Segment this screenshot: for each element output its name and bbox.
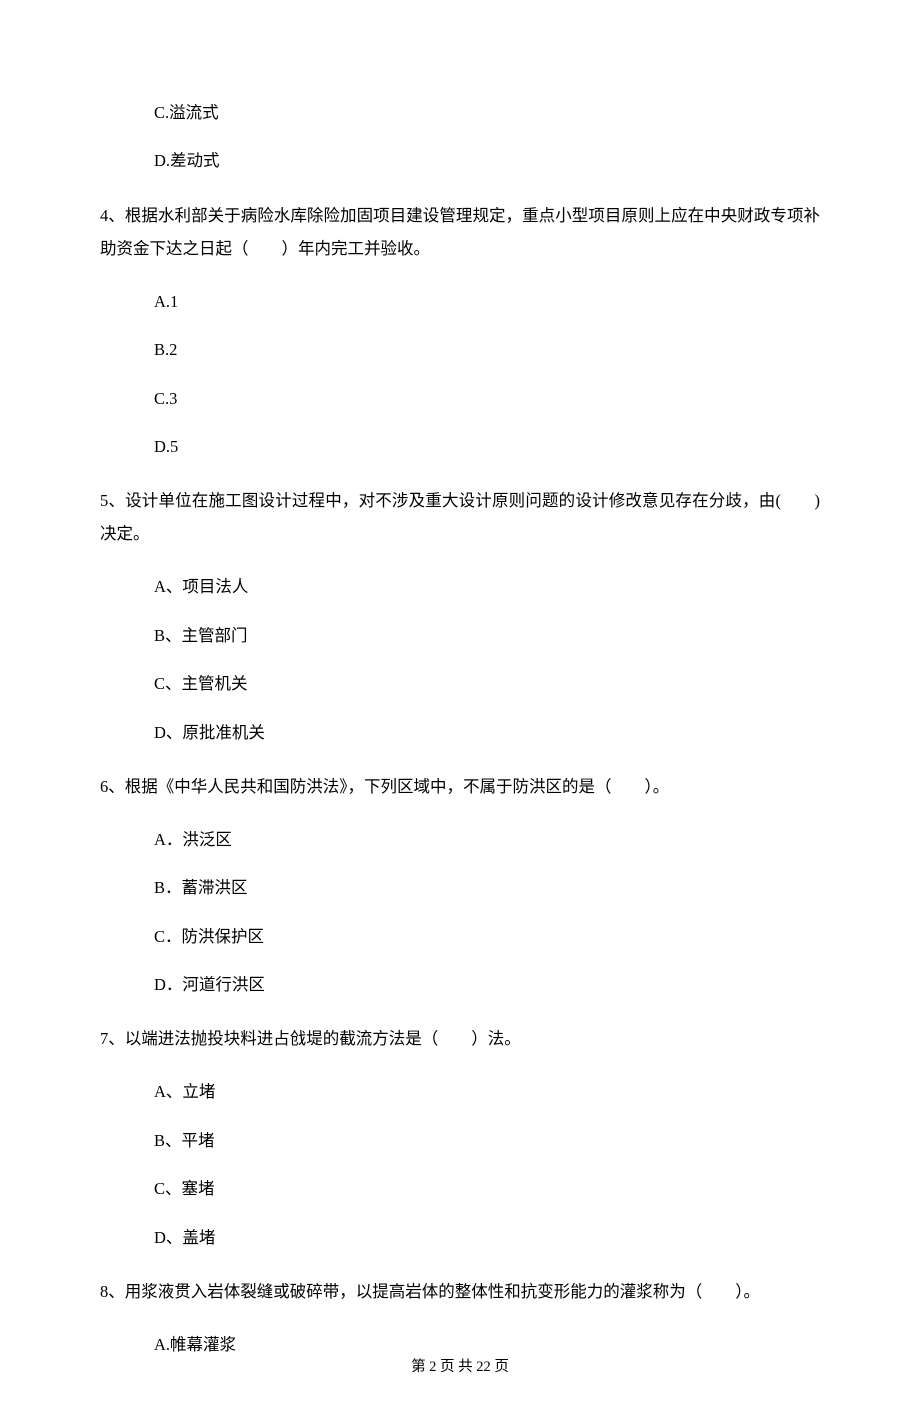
- q4-option-b: B.2: [100, 337, 820, 363]
- page-container: C.溢流式 D.差动式 4、根据水利部关于病险水库除险加固项目建设管理规定，重点…: [0, 0, 920, 1404]
- q7-option-b: B、平堵: [100, 1128, 820, 1154]
- q4-option-d: D.5: [100, 434, 820, 460]
- q6-option-d: D．河道行洪区: [100, 972, 820, 998]
- q3-option-c: C.溢流式: [100, 100, 820, 126]
- q4-option-c: C.3: [100, 386, 820, 412]
- q5-option-c: C、主管机关: [100, 671, 820, 697]
- q6-option-b: B．蓄滞洪区: [100, 875, 820, 901]
- q5-option-d: D、原批准机关: [100, 720, 820, 746]
- q4-text: 4、根据水利部关于病险水库除险加固项目建设管理规定，重点小型项目原则上应在中央财…: [100, 199, 820, 265]
- q7-text: 7、以端进法抛投块料进占戗堤的截流方法是（ ）法。: [100, 1022, 820, 1055]
- q4-option-a: A.1: [100, 289, 820, 315]
- q5-text: 5、设计单位在施工图设计过程中，对不涉及重大设计原则问题的设计修改意见存在分歧，…: [100, 484, 820, 550]
- q3-option-d: D.差动式: [100, 148, 820, 174]
- q7-option-d: D、盖堵: [100, 1225, 820, 1251]
- q8-text: 8、用浆液贯入岩体裂缝或破碎带，以提高岩体的整体性和抗变形能力的灌浆称为（ ）。: [100, 1275, 820, 1308]
- q6-option-c: C．防洪保护区: [100, 924, 820, 950]
- q7-option-a: A、立堵: [100, 1079, 820, 1105]
- q6-text: 6、根据《中华人民共和国防洪法》，下列区域中，不属于防洪区的是（ ）。: [100, 770, 820, 803]
- q6-option-a: A．洪泛区: [100, 827, 820, 853]
- q8-option-a: A.帷幕灌浆: [100, 1332, 820, 1358]
- q7-option-c: C、塞堵: [100, 1176, 820, 1202]
- q5-option-b: B、主管部门: [100, 623, 820, 649]
- q5-option-a: A、项目法人: [100, 574, 820, 600]
- page-footer: 第 2 页 共 22 页: [0, 1357, 920, 1379]
